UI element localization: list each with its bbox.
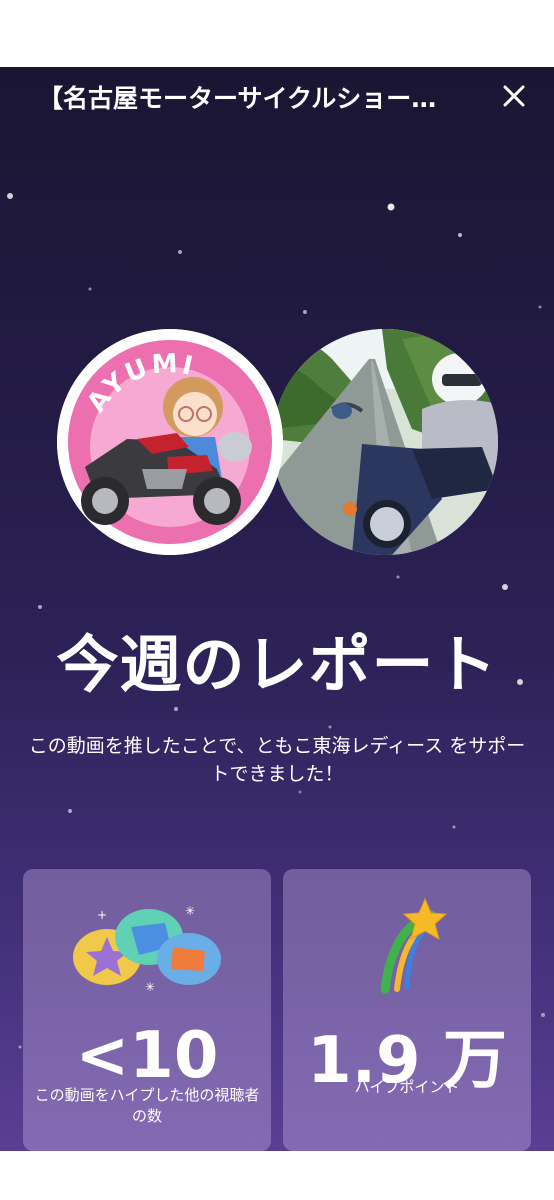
supporter-avatar: AYUMI [57,329,283,555]
status-bar-area [0,0,554,67]
close-button[interactable] [496,78,532,114]
viewers-count: <10 [75,1019,219,1093]
video-title: 【名古屋モーターサイクルショー… [38,84,437,113]
channel-avatar-photo [272,329,498,555]
svg-text:✳: ✳ [145,980,155,991]
close-icon [503,85,525,107]
report-headline: 今週のレポート [56,628,498,701]
viewers-label: この動画をハイプした他の視聴者の数 [34,1086,260,1125]
bottom-area [0,1151,554,1200]
svg-text:✳: ✳ [185,904,195,918]
hype-points-label: ハイプポイント [354,1078,460,1096]
svg-text:+: + [97,908,107,922]
report-header: 【名古屋モーターサイクルショー… [0,67,554,125]
shooting-star-icon [380,897,448,994]
report-description: この動画を推したことで、ともこ東海レディース をサポートできました！ [28,735,526,785]
viewers-illustration-icon: + ✳ ✳ [73,904,221,991]
hype-report-panel: 【名古屋モーターサイクルショー… AYUMI 今週のレポート この動画を推したこ… [0,67,554,1151]
hype-points-stat-card: 1.9 万 ハイプポイント [283,869,531,1151]
viewers-stat-card: + ✳ ✳ <10 この動画をハイプした他の視聴者の数 [23,869,271,1151]
